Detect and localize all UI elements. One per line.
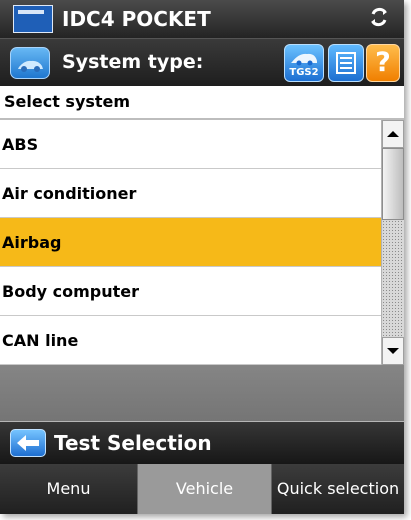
back-button[interactable] xyxy=(10,429,46,457)
section-label: Select system xyxy=(0,86,404,120)
car-icon[interactable] xyxy=(10,47,50,79)
tgs-icon[interactable]: TGS2 xyxy=(284,44,324,82)
app-logo-icon xyxy=(13,5,53,33)
list-item-body-computer[interactable]: Body computer xyxy=(0,267,381,316)
list-item-air-conditioner[interactable]: Air conditioner xyxy=(0,169,381,218)
list-scrollbar[interactable] xyxy=(381,120,404,365)
list-icon[interactable] xyxy=(328,44,364,82)
arrow-left-icon xyxy=(17,435,39,451)
scroll-up-icon xyxy=(387,131,399,137)
scroll-down-button[interactable] xyxy=(382,337,404,365)
page-title: System type: xyxy=(62,51,204,73)
titlebar: IDC4 POCKET xyxy=(0,0,404,38)
screen: IDC4 POCKET System type: TGS2 ? Select s… xyxy=(0,0,411,520)
tab-menu[interactable]: Menu xyxy=(0,464,138,514)
app-title: IDC4 POCKET xyxy=(62,7,211,31)
sync-icon[interactable] xyxy=(368,6,390,28)
device-screen: IDC4 POCKET System type: TGS2 ? Select s… xyxy=(0,0,404,514)
scroll-up-button[interactable] xyxy=(382,120,404,148)
scroll-down-icon xyxy=(387,348,399,354)
tab-vehicle[interactable]: Vehicle xyxy=(138,464,272,514)
list-item-airbag[interactable]: Airbag xyxy=(0,218,381,267)
system-list: ABS Air conditioner Airbag Body computer… xyxy=(0,120,381,365)
tgs-label: TGS2 xyxy=(289,67,319,78)
scroll-track[interactable] xyxy=(382,220,404,337)
list-item-can-line[interactable]: CAN line xyxy=(0,316,381,365)
tab-quick-selection[interactable]: Quick selection xyxy=(272,464,404,514)
system-type-header: System type: TGS2 ? xyxy=(0,38,404,86)
test-selection-label: Test Selection xyxy=(54,431,212,455)
empty-area xyxy=(0,365,404,421)
list-item-abs[interactable]: ABS xyxy=(0,120,381,169)
help-icon[interactable]: ? xyxy=(366,44,400,82)
bottom-tabs: Menu Vehicle Quick selection xyxy=(0,464,404,514)
test-selection-bar[interactable]: Test Selection xyxy=(0,422,404,464)
scroll-thumb[interactable] xyxy=(382,148,404,220)
